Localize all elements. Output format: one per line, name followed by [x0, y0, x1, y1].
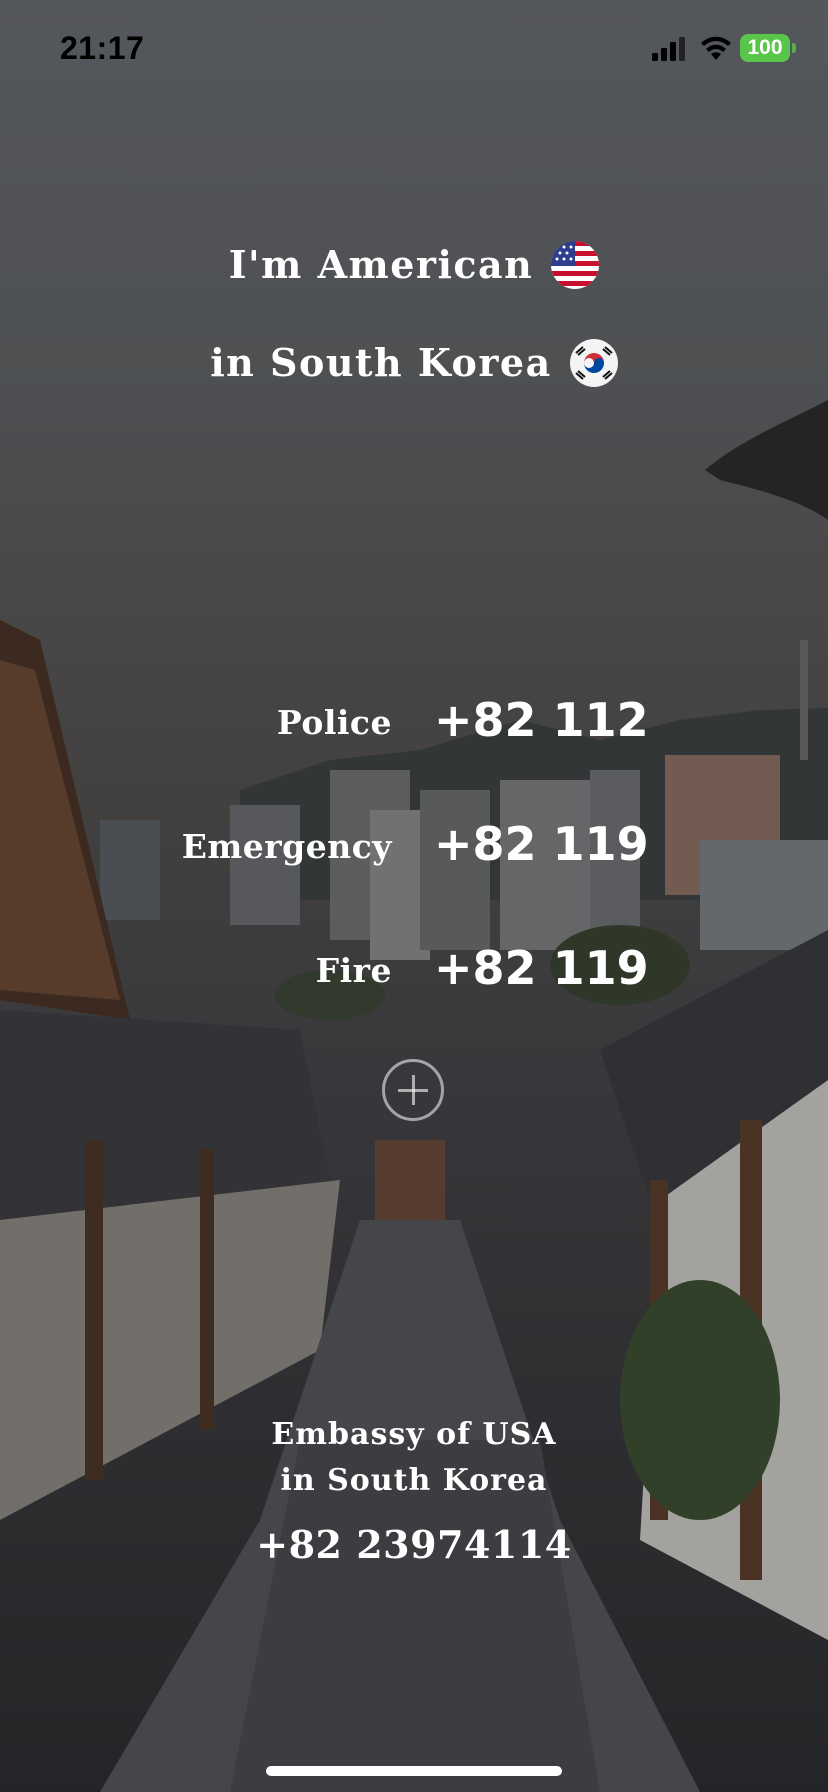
- emergency-number[interactable]: +82 119: [434, 817, 649, 871]
- embassy-number[interactable]: +82 23974114: [0, 1522, 828, 1567]
- emergency-row[interactable]: Emergency +82 119: [0, 817, 828, 879]
- status-bar: 21:17 100: [0, 0, 828, 100]
- wifi-icon: [701, 36, 731, 60]
- police-row[interactable]: Police +82 112: [0, 693, 828, 755]
- us-flag-icon: [551, 240, 600, 289]
- south-korea-flag-icon: [569, 338, 618, 387]
- fire-row[interactable]: Fire +82 119: [0, 941, 828, 1003]
- battery-icon: 100: [740, 34, 796, 62]
- embassy-line-1: Embassy of USA: [271, 1417, 557, 1452]
- add-icon[interactable]: [382, 1059, 444, 1121]
- fire-label: Fire: [315, 951, 392, 990]
- police-label: Police: [276, 703, 392, 742]
- embassy-line-2: in South Korea: [280, 1463, 548, 1498]
- app-screen: 21:17 100 I'm American in South Korea Po…: [0, 0, 828, 1792]
- nationality-line[interactable]: I'm American: [0, 240, 828, 293]
- home-indicator[interactable]: [266, 1766, 562, 1776]
- nationality-text: I'm American: [228, 242, 534, 287]
- emergency-label: Emergency: [181, 827, 392, 866]
- police-number[interactable]: +82 112: [434, 693, 649, 747]
- status-time: 21:17: [60, 30, 145, 66]
- location-line[interactable]: in South Korea: [0, 338, 828, 391]
- embassy-title: Embassy of USA in South Korea: [0, 1412, 828, 1504]
- fire-number[interactable]: +82 119: [434, 941, 649, 995]
- location-text: in South Korea: [210, 340, 552, 385]
- cellular-signal-icon: [652, 37, 685, 61]
